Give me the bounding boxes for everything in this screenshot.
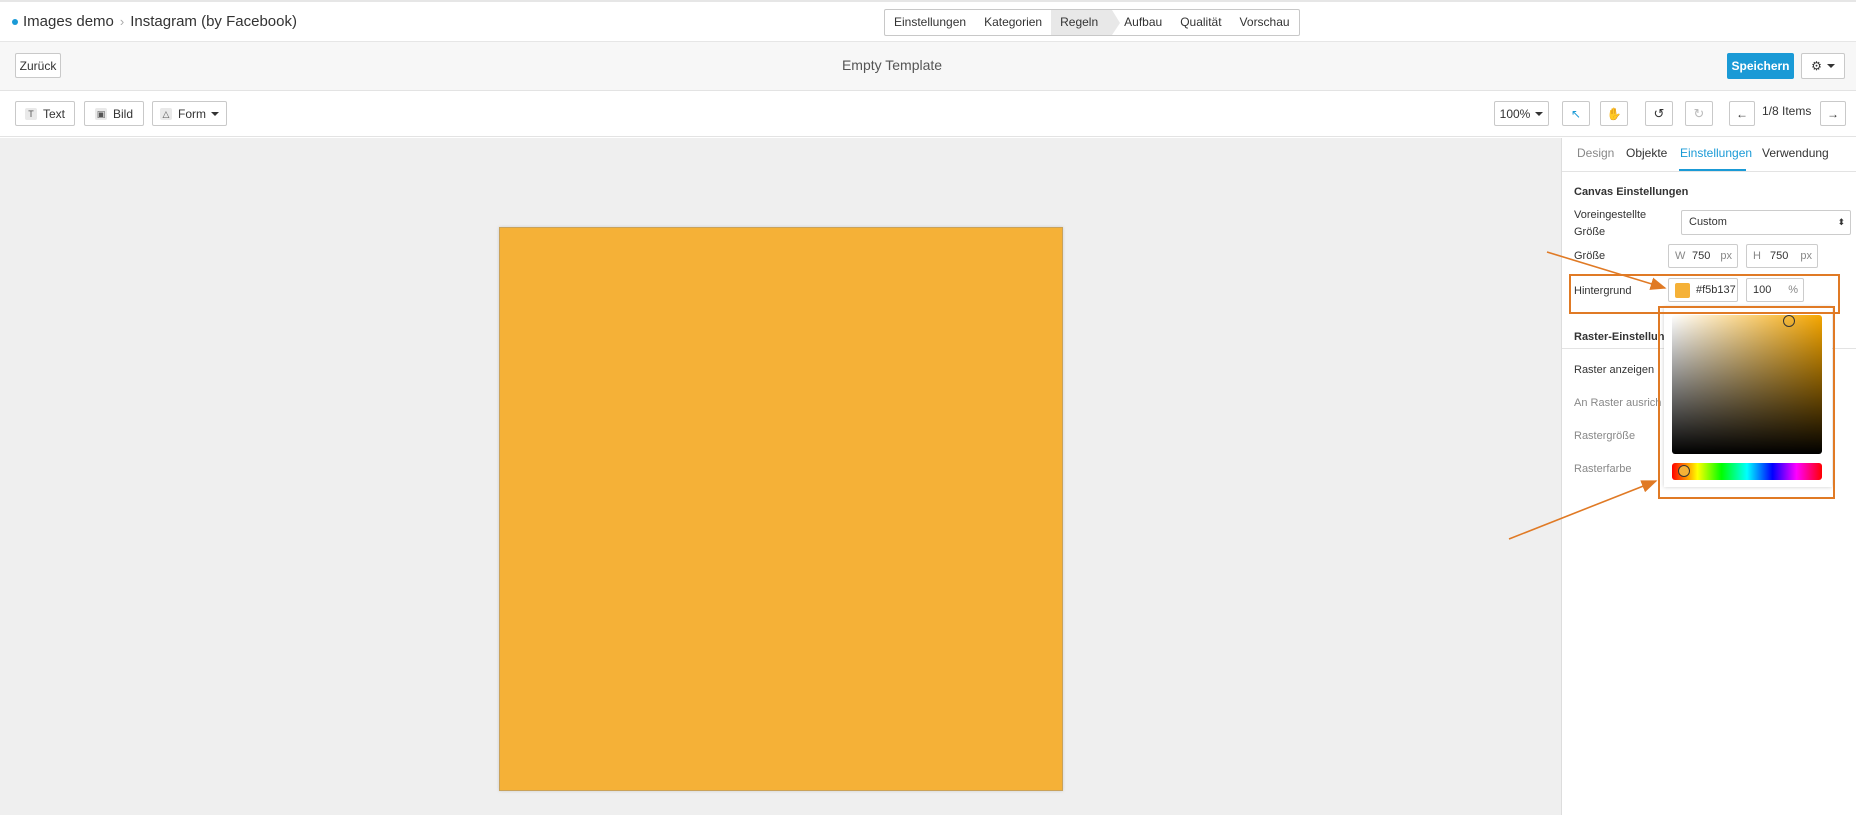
breadcrumb: Images demo › Instagram (by Facebook) [12, 13, 297, 30]
grid-size-label: Rastergröße [1574, 430, 1636, 442]
active-tab-indicator [1679, 169, 1746, 171]
step-qualitaet[interactable]: Qualität [1171, 10, 1230, 35]
grid-show-label: Raster anzeigen [1574, 364, 1655, 376]
tab-objekte[interactable]: Objekte [1626, 146, 1667, 160]
caret-down-icon [1826, 64, 1835, 68]
canvas-workspace[interactable] [0, 138, 1561, 815]
preset-size-select[interactable]: Custom ⬍ [1681, 210, 1851, 235]
pan-tool-button[interactable]: ✋ [1600, 101, 1628, 126]
size-label: Größe [1574, 250, 1606, 262]
height-input[interactable]: H 750 px [1746, 244, 1818, 268]
tab-einstellungen[interactable]: Einstellungen [1680, 146, 1752, 160]
text-icon: T [24, 107, 37, 120]
image-icon: ▣ [94, 107, 107, 120]
zoom-select[interactable]: 100% [1494, 101, 1549, 126]
tab-design[interactable]: Design [1577, 146, 1614, 160]
step-einstellungen[interactable]: Einstellungen [885, 10, 975, 35]
save-button[interactable]: Speichern [1727, 53, 1794, 79]
hand-icon: ✋ [1606, 106, 1622, 121]
tab-verwendung[interactable]: Verwendung [1762, 146, 1829, 160]
select-arrows-icon: ⬍ [1837, 217, 1845, 227]
gear-icon: ⚙ [1811, 59, 1822, 73]
step-aufbau[interactable]: Aufbau [1112, 10, 1171, 35]
add-image-button[interactable]: ▣ Bild [84, 101, 144, 126]
shape-icon: △ [160, 107, 172, 120]
undo-button[interactable]: ↺ [1645, 101, 1673, 126]
template-header: Zurück Empty Template Speichern ⚙ [0, 42, 1856, 91]
select-tool-button[interactable]: ↖ [1562, 101, 1590, 126]
breadcrumb-item-template[interactable]: Instagram (by Facebook) [130, 13, 297, 30]
preset-size-label-line1: Voreingestellte [1574, 209, 1647, 221]
add-text-button[interactable]: T Text [15, 101, 75, 126]
grid-color-label: Rasterfarbe [1574, 463, 1632, 475]
status-dot-icon [12, 18, 18, 25]
redo-button[interactable]: ↻ [1685, 101, 1713, 126]
artboard[interactable] [499, 227, 1063, 791]
cursor-icon: ↖ [1570, 106, 1582, 121]
page-title: Empty Template [841, 57, 943, 73]
caret-down-icon [1535, 111, 1544, 116]
arrow-left-icon: ← [1736, 106, 1748, 121]
step-regeln[interactable]: Regeln [1051, 10, 1121, 35]
next-item-button[interactable]: → [1820, 101, 1846, 126]
add-shape-button[interactable]: △ Form [152, 101, 227, 126]
width-input[interactable]: W 750 px [1668, 244, 1738, 268]
arrow-right-icon: → [1827, 106, 1839, 121]
step-vorschau[interactable]: Vorschau [1231, 10, 1299, 35]
item-counter: 1/8 Items [1762, 104, 1812, 118]
grid-snap-label: An Raster ausrich [1574, 397, 1662, 409]
step-navigation: Einstellungen Kategorien Regeln Aufbau Q… [884, 9, 1300, 36]
chevron-right-icon: › [119, 14, 125, 29]
previous-item-button[interactable]: ← [1729, 101, 1755, 126]
canvas-settings-title: Canvas Einstellungen [1574, 186, 1689, 198]
grid-settings-title: Raster-Einstellung [1574, 331, 1672, 343]
step-kategorien[interactable]: Kategorien [975, 10, 1051, 35]
top-bar: Images demo › Instagram (by Facebook) Ei… [0, 0, 1856, 42]
panel-tabs: Design Objekte Einstellungen Verwendung [1562, 138, 1856, 172]
settings-menu-button[interactable]: ⚙ [1801, 53, 1845, 79]
color-picker-highlight [1658, 306, 1835, 499]
breadcrumb-item-project[interactable]: Images demo [23, 13, 114, 30]
preset-size-label-line2: Größe [1574, 226, 1606, 238]
caret-down-icon [211, 111, 219, 116]
undo-icon: ↺ [1653, 105, 1665, 121]
redo-icon: ↻ [1693, 105, 1705, 121]
